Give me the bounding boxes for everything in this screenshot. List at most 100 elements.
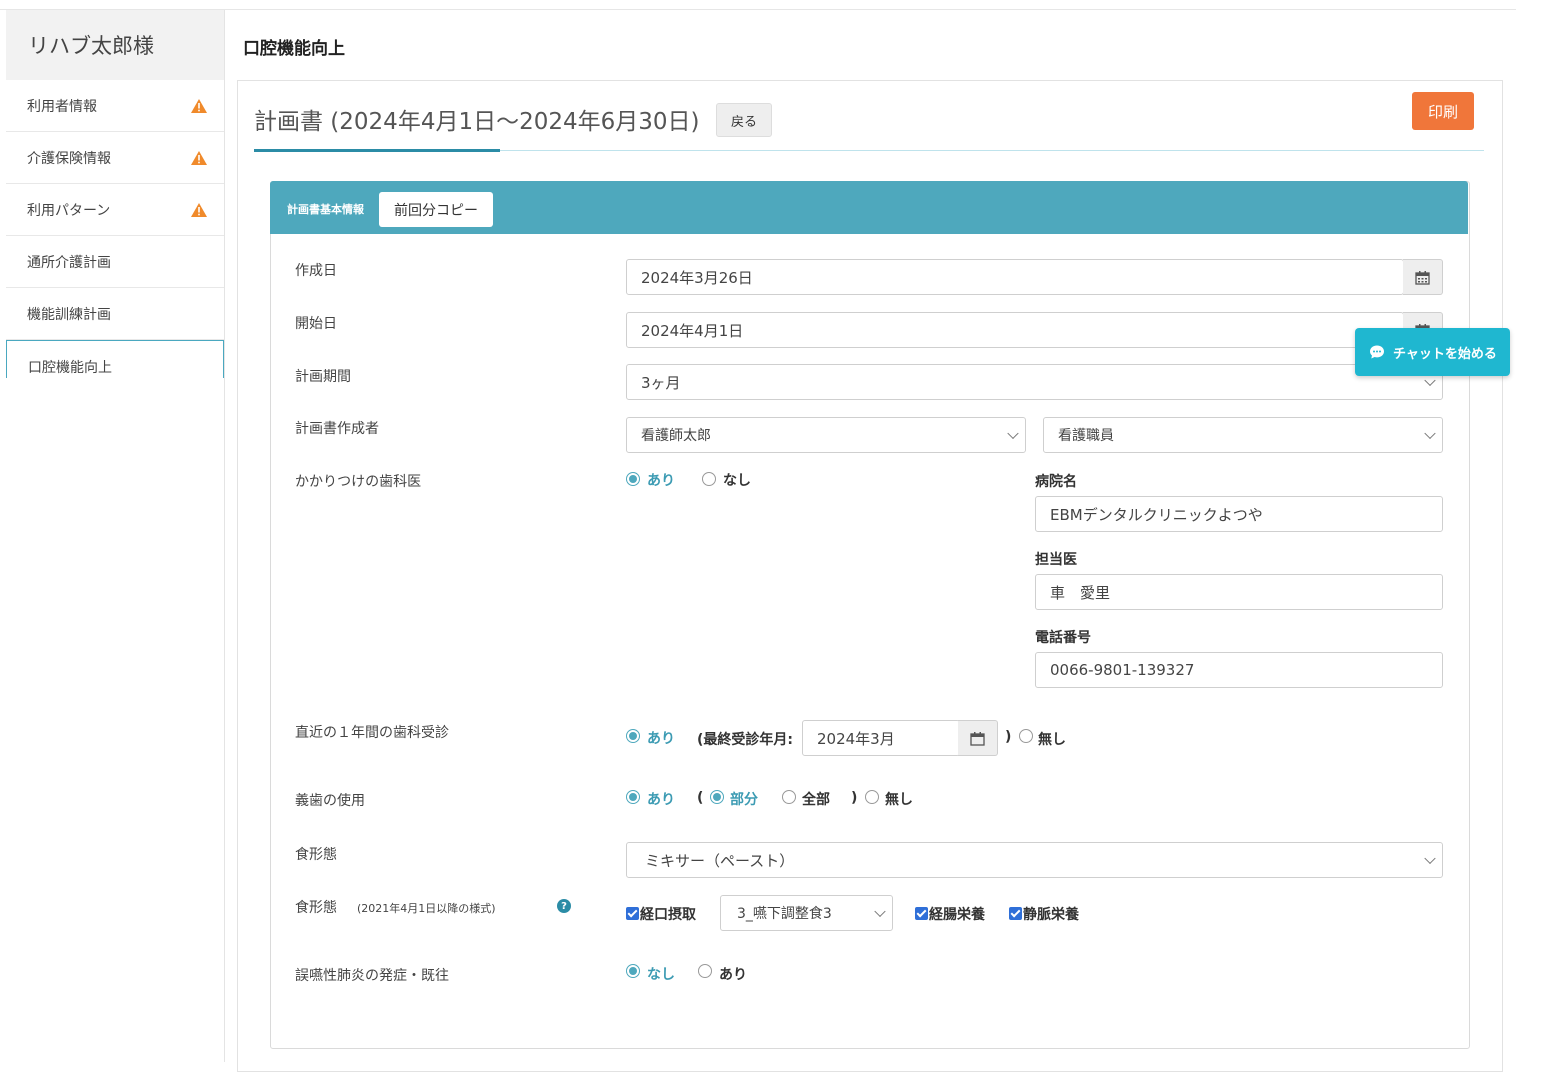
recent-visit-yes-radio[interactable] [626,729,640,743]
pneumonia-no-radio[interactable] [626,964,640,978]
dentist-label: かかりつけの歯科医 [295,474,422,490]
panel-header-label: 計画書基本情報 [287,203,364,216]
sidebar-item-insurance[interactable]: 介護保険情報 [6,132,224,184]
warning-icon [191,98,207,113]
denture-partial-radio[interactable] [710,790,724,804]
dentist-no-label: なし [723,473,751,489]
chevron-down-icon [1424,374,1436,387]
phone-input[interactable]: 0066-9801-139327 [1035,652,1443,688]
hospital-value: EBMデンタルクリニックよつや [1050,505,1263,524]
start-date-input[interactable]: 2024年4月1日 [626,312,1404,348]
calendar-icon [1415,270,1430,285]
denture-close: ) [851,790,858,806]
recent-visit-no-radio[interactable] [1019,729,1033,743]
created-date-label: 作成日 [295,263,337,279]
period-select[interactable]: 3ヶ月 [626,364,1443,400]
denture-open: ( [697,790,704,806]
denture-full-radio[interactable] [782,790,796,804]
help-icon[interactable]: ? [557,899,571,913]
chat-bubble-icon [1370,345,1384,359]
sidebar-item-label: 機能訓練計画 [27,306,111,323]
diet2-label-text: 食形態 [295,900,337,916]
author-role-value: 看護職員 [1058,428,1114,444]
denture-no-label: 無し [885,792,913,808]
chat-start-button[interactable]: チャットを始める [1355,328,1510,376]
sidebar-divider [224,10,225,1062]
warning-icon [191,150,207,165]
warning-icon [191,202,207,217]
sidebar-item-user-info[interactable]: 利用者情報 [6,80,224,132]
sidebar-item-label: 通所介護計画 [27,254,111,271]
iv-checkbox[interactable] [1009,907,1022,920]
recent-visit-yes-label: あり [647,731,675,747]
pneumonia-yes-label: あり [719,967,747,983]
denture-full-label: 全部 [802,792,830,808]
phone-label: 電話番号 [1035,630,1091,646]
oral-intake-value: 3_嚥下調整食3 [737,906,832,922]
hospital-input[interactable]: EBMデンタルクリニックよつや [1035,496,1443,532]
author-role-select[interactable]: 看護職員 [1043,417,1443,453]
page-title: 口腔機能向上 [243,39,345,59]
chat-start-label: チャットを始める [1393,346,1497,362]
diet2-note: (2021年4月1日以降の様式) [357,902,496,915]
enteral-checkbox[interactable] [915,907,928,920]
last-visit-label: (最終受診年月: [697,732,793,748]
copy-previous-button[interactable]: 前回分コピー [379,192,493,227]
author-name-select[interactable]: 看護師太郎 [626,417,1026,453]
phone-value: 0066-9801-139327 [1050,661,1195,679]
sidebar-title: リハブ太郎様 [6,10,224,80]
period-value: 3ヶ月 [641,373,681,392]
pneumonia-yes-radio[interactable] [698,964,712,978]
oral-intake-select[interactable]: 3_嚥下調整食3 [720,895,893,931]
dentist-yes-radio[interactable] [626,472,640,486]
diet2-label: 食形態 (2021年4月1日以降の様式) [295,897,496,917]
author-name-value: 看護師太郎 [641,428,711,444]
denture-label: 義歯の使用 [295,793,365,809]
doctor-value: 車 愛里 [1050,583,1111,602]
sidebar: リハブ太郎様 利用者情報 介護保険情報 利用パターン 通所介護計画 機能訓練計画… [6,10,224,378]
pneumonia-no-label: なし [647,967,675,983]
denture-no-radio[interactable] [865,790,879,804]
diet-select[interactable]: ミキサー（ペースト） [626,842,1443,878]
plan-title: 計画書 (2024年4月1日〜2024年6月30日) [254,109,700,135]
sidebar-item-oral-function[interactable]: 口腔機能向上 [6,340,224,378]
print-button[interactable]: 印刷 [1412,92,1474,130]
last-visit-close: ) [1005,729,1012,745]
recent-visit-no-label: 無し [1038,732,1066,748]
denture-yes-label: あり [647,792,675,808]
created-date-input[interactable]: 2024年3月26日 [626,259,1404,295]
start-date-value: 2024年4月1日 [641,321,744,340]
back-button[interactable]: 戻る [716,103,772,137]
sidebar-item-label: 介護保険情報 [27,150,111,167]
last-visit-calendar-button[interactable] [958,720,998,756]
dentist-yes-label: あり [647,473,675,489]
sidebar-item-usage-pattern[interactable]: 利用パターン [6,184,224,236]
diet-value: ミキサー（ペースト） [645,851,795,870]
created-date-calendar-button[interactable] [1403,259,1443,295]
doctor-input[interactable]: 車 愛里 [1035,574,1443,610]
oral-intake-checkbox[interactable] [626,907,639,920]
hospital-label: 病院名 [1035,474,1077,490]
dentist-no-radio[interactable] [702,472,716,486]
doctor-label: 担当医 [1035,552,1077,568]
iv-label: 静脈栄養 [1023,907,1079,923]
sidebar-item-training-plan[interactable]: 機能訓練計画 [6,288,224,340]
sidebar-item-label: 利用者情報 [27,98,97,115]
last-visit-input[interactable]: 2024年3月 [802,720,960,756]
chevron-down-icon [1424,427,1436,440]
recent-visit-label: 直近の１年間の歯科受診 [295,725,449,741]
tab-active-indicator [254,149,500,152]
chevron-down-icon [1424,852,1436,865]
diet-label: 食形態 [295,847,337,863]
calendar-icon [970,731,985,746]
denture-yes-radio[interactable] [626,790,640,804]
period-label: 計画期間 [295,369,351,385]
sidebar-item-label: 利用パターン [27,202,111,219]
oral-intake-label: 経口摂取 [640,907,696,923]
sidebar-item-label: 口腔機能向上 [28,359,112,376]
sidebar-item-daycare-plan[interactable]: 通所介護計画 [6,236,224,288]
last-visit-value: 2024年3月 [817,729,895,748]
created-date-value: 2024年3月26日 [641,268,753,287]
chevron-down-icon [1007,427,1019,440]
start-date-label: 開始日 [295,316,337,332]
